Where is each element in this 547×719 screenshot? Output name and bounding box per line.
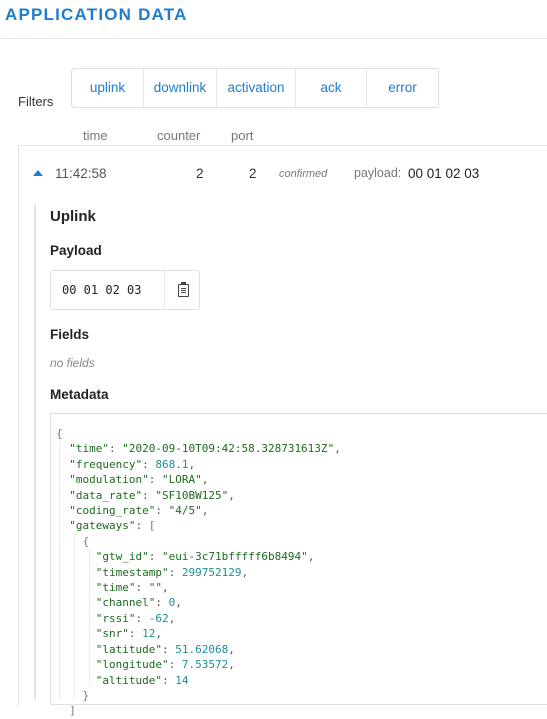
detail-title: Uplink — [50, 208, 96, 225]
message-port: 2 — [249, 166, 257, 181]
message-counter: 2 — [196, 166, 204, 181]
app-header: APPLICATION DATA — [0, 0, 547, 39]
filter-bar: uplink downlink activation ack error — [71, 68, 439, 108]
filter-uplink-button[interactable]: uplink — [72, 69, 144, 107]
payload-hex: 00 01 02 03 — [62, 283, 142, 297]
filters-label: Filters — [18, 94, 54, 109]
clipboard-icon — [178, 282, 189, 297]
column-header-port: port — [231, 128, 254, 143]
metadata-json: { "time": "2020-09-10T09:42:58.328731613… — [56, 427, 341, 718]
message-payload: 00 01 02 03 — [408, 166, 480, 181]
filter-downlink-button[interactable]: downlink — [144, 69, 217, 107]
page-title: APPLICATION DATA — [5, 5, 188, 24]
payload-heading: Payload — [50, 243, 102, 258]
filter-error-button[interactable]: error — [367, 69, 438, 107]
payload-label: payload: — [354, 166, 402, 180]
column-header-time: time — [83, 128, 108, 143]
fields-heading: Fields — [50, 327, 90, 342]
detail-indent-bar — [34, 204, 36, 700]
copy-payload-button[interactable] — [164, 271, 200, 309]
filter-activation-button[interactable]: activation — [217, 69, 296, 107]
payload-box: 00 01 02 03 — [50, 270, 200, 310]
message-time: 11:42:58 — [55, 166, 107, 181]
confirmed-label: confirmed — [279, 168, 328, 180]
filter-ack-button[interactable]: ack — [296, 69, 367, 107]
collapse-caret-icon[interactable] — [33, 170, 43, 176]
metadata-heading: Metadata — [50, 387, 109, 402]
no-fields-text: no fields — [50, 356, 95, 370]
column-header-counter: counter — [157, 128, 201, 143]
